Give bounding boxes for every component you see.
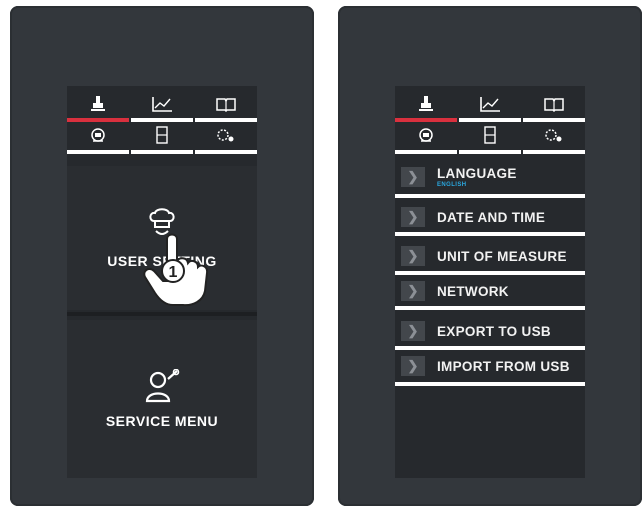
technician-icon	[144, 369, 180, 405]
tab-chart[interactable]	[459, 88, 521, 120]
tab-underline	[395, 150, 457, 154]
oven-icon	[155, 126, 169, 144]
menu-divider	[395, 194, 585, 198]
menu-item-label: LANGUAGE	[437, 166, 517, 181]
chevron-right-icon: ❯	[401, 281, 425, 301]
service-menu-label: SERVICE MENU	[105, 413, 219, 429]
tab-pan[interactable]	[395, 122, 457, 148]
menu-divider	[395, 271, 585, 275]
menu-item-import-usb[interactable]: ❯ IMPORT FROM USB	[395, 351, 585, 381]
tile-divider	[67, 312, 257, 316]
gear-icon	[544, 127, 564, 143]
tab-underline	[131, 150, 193, 154]
tab-chef[interactable]	[67, 88, 129, 120]
tab-bar	[67, 86, 257, 154]
chevron-right-icon: ❯	[401, 167, 425, 187]
chef-hat-icon	[418, 95, 434, 113]
tab-oven[interactable]	[131, 122, 193, 148]
left-device-panel: USER SETTING SERVICE MENU 1	[10, 6, 314, 506]
menu-divider	[395, 306, 585, 310]
pan-icon	[418, 127, 434, 143]
right-screen: ❯ LANGUAGE ENGLISH ❯ DATE AND TIME ❯ UNI…	[395, 86, 585, 478]
book-icon	[215, 96, 237, 112]
menu-item-export-usb[interactable]: ❯ EXPORT TO USB	[395, 316, 585, 346]
chef-hat-icon	[90, 95, 106, 113]
menu-item-label: IMPORT FROM USB	[437, 358, 570, 374]
menu-item-label: NETWORK	[437, 283, 509, 299]
menu-item-label: EXPORT TO USB	[437, 323, 551, 339]
tab-bar	[395, 86, 585, 154]
step-number: 1	[169, 264, 178, 281]
menu-divider	[395, 232, 585, 236]
menu-item-language[interactable]: ❯ LANGUAGE ENGLISH	[395, 160, 585, 194]
oven-icon	[483, 126, 497, 144]
tab-chef[interactable]	[395, 88, 457, 120]
chevron-right-icon: ❯	[401, 207, 425, 227]
pan-icon	[90, 127, 106, 143]
chart-icon	[151, 96, 173, 112]
menu-divider	[395, 382, 585, 386]
tap-hand-icon: 1	[135, 231, 215, 312]
tab-settings[interactable]	[523, 122, 585, 148]
tab-underline	[523, 150, 585, 154]
chevron-right-icon: ❯	[401, 321, 425, 341]
tab-book[interactable]	[195, 88, 257, 120]
right-device-panel: ❯ LANGUAGE ENGLISH ❯ DATE AND TIME ❯ UNI…	[338, 6, 642, 506]
menu-item-label: UNIT OF MEASURE	[437, 248, 567, 264]
chevron-right-icon: ❯	[401, 356, 425, 376]
tab-book[interactable]	[523, 88, 585, 120]
menu-item-unit-of-measure[interactable]: ❯ UNIT OF MEASURE	[395, 241, 585, 271]
tab-underline	[67, 150, 129, 154]
service-menu-tile[interactable]: SERVICE MENU	[67, 320, 257, 478]
gear-icon	[216, 127, 236, 143]
tab-settings[interactable]	[195, 122, 257, 148]
menu-item-value: ENGLISH	[437, 182, 467, 188]
tab-underline	[459, 150, 521, 154]
tab-pan[interactable]	[67, 122, 129, 148]
tab-oven[interactable]	[459, 122, 521, 148]
book-icon	[543, 96, 565, 112]
tab-chart[interactable]	[131, 88, 193, 120]
tab-underline	[195, 150, 257, 154]
menu-item-date-time[interactable]: ❯ DATE AND TIME	[395, 202, 585, 232]
menu-item-network[interactable]: ❯ NETWORK	[395, 276, 585, 306]
chevron-right-icon: ❯	[401, 246, 425, 266]
menu-divider	[395, 346, 585, 350]
chart-icon	[479, 96, 501, 112]
menu-item-label: DATE AND TIME	[437, 209, 546, 225]
